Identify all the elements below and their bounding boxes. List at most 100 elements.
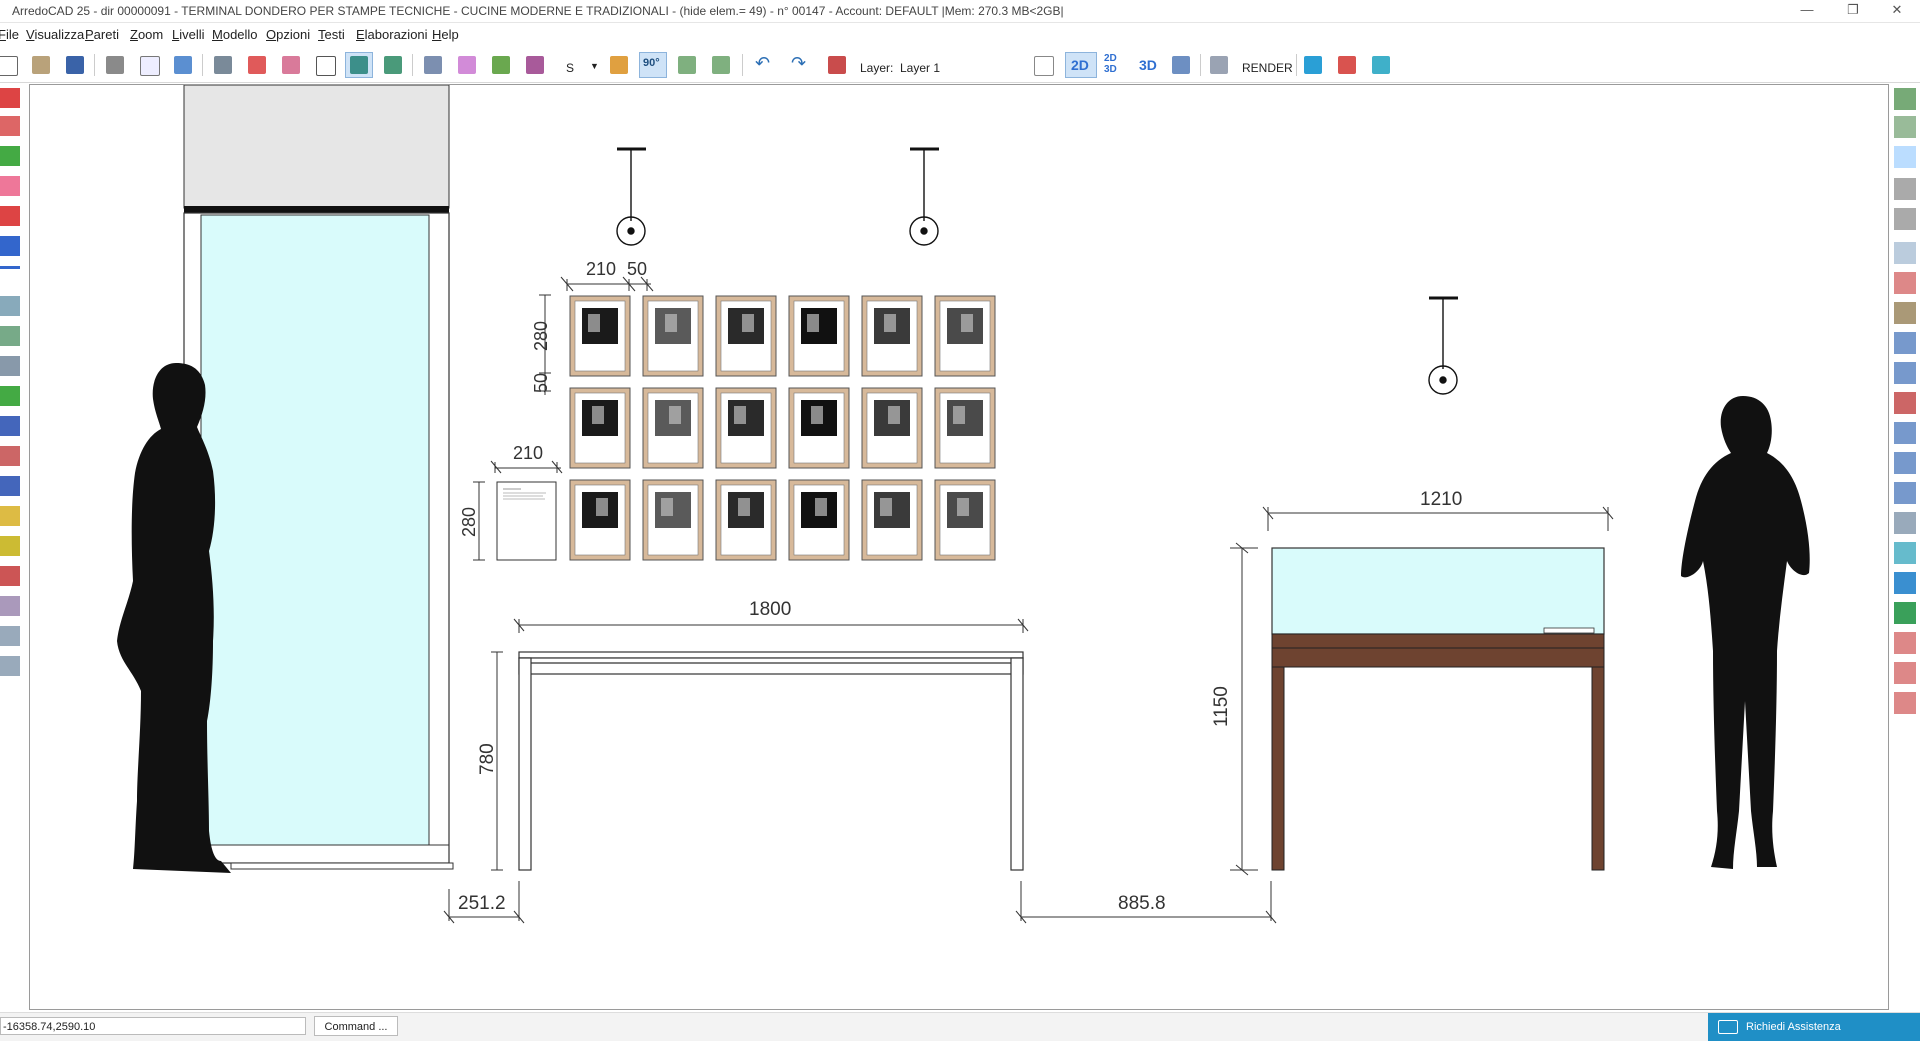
photo-frame[interactable] (934, 479, 996, 561)
photo-frame[interactable] (861, 295, 923, 377)
catalog-button[interactable] (1334, 53, 1360, 77)
tool-layers-icon[interactable] (0, 506, 20, 526)
wall-button[interactable] (210, 53, 236, 77)
photo-frame[interactable] (861, 479, 923, 561)
cube-wire-button[interactable] (312, 53, 338, 77)
elevation-drawing[interactable]: 210 50 280 50 210 280 1800 780 251.2 885… (30, 85, 1888, 1009)
screenshot-icon[interactable] (1894, 602, 1916, 624)
zoom-extents-icon[interactable] (1894, 542, 1916, 564)
snap-s-label[interactable]: S (566, 61, 574, 75)
menu-testi[interactable]: Testi (318, 27, 345, 42)
photo-frame[interactable] (934, 295, 996, 377)
menu-zoom[interactable]: Zoom (130, 27, 163, 42)
photo-frames-grid[interactable] (569, 295, 996, 561)
tool-line-icon[interactable] (0, 266, 20, 269)
menu-elaborazioni[interactable]: Elaborazioni (356, 27, 428, 42)
menu-visualizza[interactable]: Visualizza (26, 27, 84, 42)
zoom-all-icon[interactable] (1894, 392, 1916, 414)
maximize-button[interactable]: ❐ (1830, 0, 1876, 22)
tool-people-icon[interactable] (1894, 632, 1916, 654)
text-tool-button[interactable] (1300, 53, 1326, 77)
undo-button[interactable]: ↶ (750, 53, 776, 77)
layer-manager-button[interactable] (824, 53, 850, 77)
redo-button[interactable]: ↷ (786, 53, 812, 77)
photo-frame[interactable] (861, 387, 923, 469)
photo-frame[interactable] (569, 479, 631, 561)
tool-mirror-icon[interactable] (0, 146, 20, 166)
photo-frame[interactable] (569, 295, 631, 377)
tool-library-icon[interactable] (1894, 692, 1916, 714)
tool-photo-icon[interactable] (1894, 302, 1916, 324)
photo-frame[interactable] (642, 387, 704, 469)
ortho-button[interactable] (674, 53, 700, 77)
close-button[interactable]: ✕ (1874, 0, 1920, 22)
render-button[interactable] (1206, 53, 1232, 77)
tool-floor-icon[interactable] (1894, 208, 1916, 230)
photo-frame[interactable] (569, 387, 631, 469)
photo-frame[interactable] (934, 387, 996, 469)
tool-select-icon[interactable] (1894, 146, 1916, 168)
zoom-out-icon[interactable] (1894, 482, 1916, 504)
camera-button[interactable] (170, 53, 196, 77)
tool-view-icon[interactable] (0, 626, 20, 646)
menu-pareti[interactable]: Pareti (85, 27, 119, 42)
tool-print-icon[interactable] (0, 596, 20, 616)
objects-button[interactable] (488, 53, 514, 77)
cube-green-button[interactable] (380, 53, 406, 77)
command-button[interactable]: Command ... (314, 1016, 398, 1036)
book-view-button[interactable] (1168, 53, 1194, 77)
assist-button[interactable]: Richiedi Assistenza (1708, 1013, 1920, 1041)
glass-door[interactable] (183, 85, 454, 870)
zoom-previous-icon[interactable] (1894, 512, 1916, 534)
tool-erase-icon[interactable] (0, 176, 20, 196)
tool-window-icon[interactable] (1894, 242, 1916, 264)
menu-file[interactable]: File (0, 27, 19, 42)
new-file-button[interactable] (0, 53, 20, 77)
pan-hand-icon[interactable] (1894, 422, 1916, 444)
tool-rotate-icon[interactable] (0, 116, 20, 136)
globe-icon[interactable] (1894, 572, 1916, 594)
tool-info-icon[interactable] (0, 416, 20, 436)
tool-measure-icon[interactable] (0, 566, 20, 586)
tool-edit-icon[interactable] (0, 236, 20, 256)
display-table[interactable] (518, 651, 1024, 871)
glass-vitrine[interactable] (1271, 547, 1605, 871)
angle-90-button[interactable]: 90° (639, 52, 667, 78)
open-file-button[interactable] (28, 53, 54, 77)
coordinates-field[interactable]: -16358.74,2590.10 (0, 1017, 306, 1035)
tool-move-icon[interactable] (0, 88, 20, 108)
view-2d-button[interactable]: 2D (1065, 52, 1097, 78)
cube-red-button[interactable] (244, 53, 270, 77)
photo-tool-button[interactable] (1368, 53, 1394, 77)
menu-livelli[interactable]: Livelli (172, 27, 205, 42)
photo-frame[interactable] (788, 295, 850, 377)
minimize-button[interactable]: — (1784, 0, 1830, 22)
print-preview-button[interactable] (136, 53, 162, 77)
photo-frame[interactable] (788, 387, 850, 469)
menu-help[interactable]: Help (432, 27, 459, 42)
menu-opzioni[interactable]: Opzioni (266, 27, 310, 42)
photo-frame[interactable] (715, 295, 777, 377)
dropdown-arrow-icon[interactable]: ▼ (590, 61, 599, 71)
layer-value[interactable]: Layer 1 (900, 61, 940, 75)
tool-ruler-icon[interactable] (1894, 332, 1916, 354)
tool-level-icon[interactable] (1894, 116, 1916, 138)
cube-pink-button[interactable] (278, 53, 304, 77)
page-setup-button[interactable] (1030, 53, 1056, 77)
tool-properties-icon[interactable] (0, 476, 20, 496)
photo-frame[interactable] (642, 479, 704, 561)
tool-refresh-icon[interactable] (0, 206, 20, 226)
photo-frame[interactable] (642, 295, 704, 377)
tool-settings-icon[interactable] (0, 656, 20, 676)
tool-objects-icon[interactable] (1894, 662, 1916, 684)
tool-array-icon[interactable] (0, 326, 20, 346)
tool-group-icon[interactable] (0, 356, 20, 376)
snap-grid-button[interactable] (708, 53, 734, 77)
palette-button[interactable] (454, 53, 480, 77)
photo-frame[interactable] (715, 479, 777, 561)
menu-modello[interactable]: Modello (212, 27, 258, 42)
view-3d-button[interactable]: 3D (1134, 53, 1164, 77)
photo-frame[interactable] (788, 479, 850, 561)
view-2d3d-button[interactable]: 2D 3D (1100, 53, 1126, 77)
photo-frame[interactable] (715, 387, 777, 469)
